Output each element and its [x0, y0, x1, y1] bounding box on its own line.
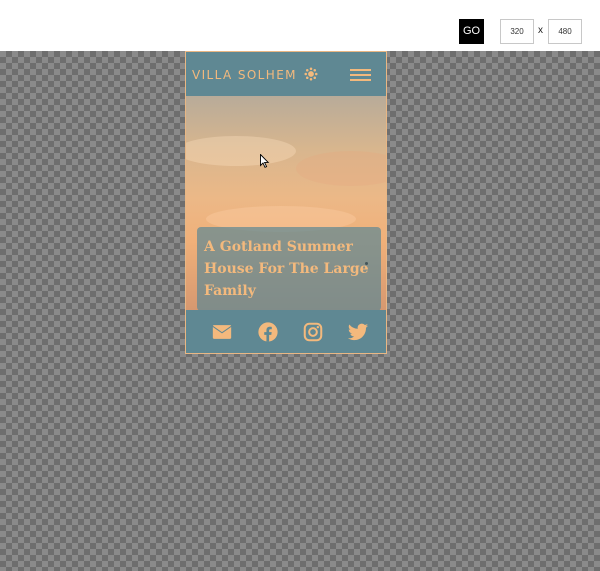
facebook-icon[interactable]: [257, 321, 279, 343]
height-input[interactable]: [548, 19, 582, 44]
instagram-icon[interactable]: [302, 321, 324, 343]
site-brand[interactable]: VILLA SOLHEM: [192, 68, 297, 82]
sun-icon: [304, 67, 318, 81]
decorative-dot: [365, 262, 368, 265]
mouse-cursor-icon: [260, 153, 270, 168]
mobile-preview-frame: VILLA SOLHEM A Gotland Summer House For …: [185, 51, 387, 354]
go-button[interactable]: GO: [459, 19, 484, 44]
dimension-separator: x: [538, 25, 543, 36]
hero-sunset-image: A Gotland Summer House For The Large Fam…: [186, 96, 386, 311]
responsive-toolbar: GO x: [0, 0, 600, 51]
envelope-icon[interactable]: [211, 321, 233, 343]
hero-title: A Gotland Summer House For The Large Fam…: [204, 239, 369, 299]
twitter-icon[interactable]: [347, 321, 369, 343]
site-header: VILLA SOLHEM: [186, 52, 386, 96]
width-input[interactable]: [500, 19, 534, 44]
social-footer: [186, 310, 386, 353]
hero-title-card: A Gotland Summer House For The Large Fam…: [197, 227, 381, 311]
cloud-shape: [186, 136, 296, 166]
cloud-shape: [296, 151, 386, 186]
hamburger-menu-icon[interactable]: [350, 69, 371, 81]
